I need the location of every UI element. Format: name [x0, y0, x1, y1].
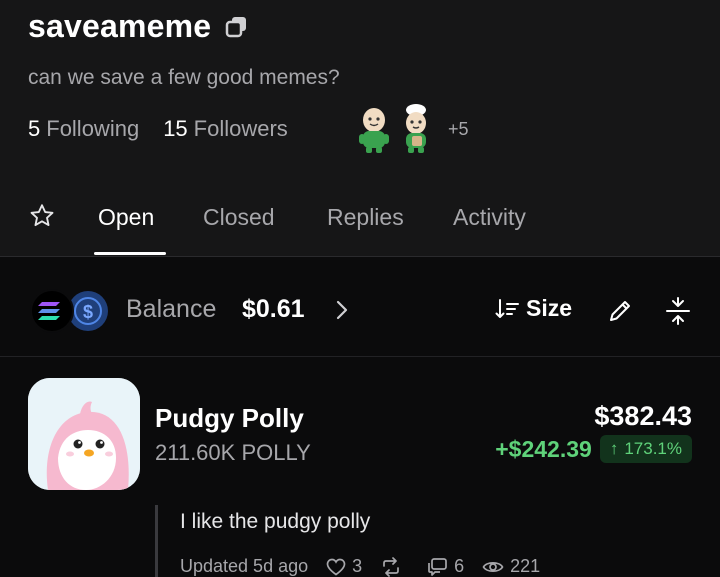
chevron-right-icon[interactable] — [334, 299, 350, 321]
pnl-percent-badge: ↑ 173.1% — [599, 435, 692, 463]
follower-avatars[interactable]: +5 — [356, 104, 469, 154]
views: 221 — [482, 556, 540, 577]
token-name: Pudgy Polly — [155, 403, 304, 433]
repost-icon — [383, 556, 399, 577]
avatar — [406, 104, 426, 153]
position-card[interactable]: Pudgy Polly 211.60K POLLY $382.43 +$242.… — [0, 377, 720, 577]
repost-button[interactable] — [380, 556, 408, 577]
divider — [0, 256, 720, 257]
avatar — [359, 108, 389, 153]
followers-count[interactable]: 15 — [163, 116, 187, 142]
heart-icon — [326, 558, 346, 576]
arrow-up-icon: ↑ — [609, 439, 619, 458]
comment-icon — [428, 557, 447, 576]
sort-icon — [495, 298, 519, 318]
pnl-percent: 173.1% — [624, 439, 682, 458]
collapse-icon[interactable] — [664, 297, 692, 325]
eye-icon — [482, 561, 504, 572]
note-quote-bar — [155, 505, 158, 577]
more-followers-count[interactable]: +5 — [448, 119, 469, 140]
balance-value[interactable]: $0.61 — [242, 295, 305, 324]
token-logo — [28, 378, 140, 490]
following-label[interactable]: Following — [46, 116, 139, 142]
balance-row: $ Balance $0.61 Size — [0, 287, 720, 335]
profile-tabs: Open Closed Replies Activity — [0, 196, 720, 256]
updated-time: Updated 5d ago — [180, 556, 308, 577]
chain-icons: $ — [30, 289, 108, 333]
balance-label: Balance — [126, 295, 217, 323]
like-count: 3 — [352, 556, 363, 576]
title-row: saveameme — [28, 8, 249, 45]
pnl-value: +$242.39 — [495, 435, 592, 462]
solana-icon — [30, 289, 74, 333]
profile-name: saveameme — [28, 8, 212, 44]
divider — [0, 356, 720, 357]
comment-button[interactable]: 6 — [426, 556, 464, 577]
pnl-row: +$242.39 ↑ 173.1% — [495, 435, 692, 463]
svg-text:$: $ — [83, 302, 93, 322]
comment-count: 6 — [454, 556, 465, 576]
star-icon[interactable] — [28, 202, 56, 230]
follow-stats: 5 Following 15 Followers — [28, 116, 288, 142]
pencil-icon[interactable] — [606, 297, 634, 325]
profile-header: saveameme can we save a few good memes? … — [0, 0, 720, 257]
updated-label: Updated 5d ago — [180, 556, 309, 576]
view-count: 221 — [510, 556, 541, 576]
copy-icon[interactable] — [225, 15, 249, 39]
position-value: $382.43 — [594, 401, 692, 431]
token-amount: 211.60K POLLY — [155, 440, 311, 465]
profile-bio: can we save a few good memes? — [28, 66, 340, 89]
followers-label[interactable]: Followers — [194, 116, 288, 142]
like-button[interactable]: 3 — [326, 556, 362, 577]
position-note: I like the pudgy polly — [180, 510, 371, 533]
tab-activity[interactable]: Activity — [453, 204, 526, 231]
sort-button[interactable]: Size — [494, 295, 572, 322]
active-tab-indicator — [94, 252, 166, 255]
note-meta-row: Updated 5d ago 3 6 221 — [180, 556, 558, 577]
sort-label: Size — [526, 295, 573, 321]
tab-open[interactable]: Open — [98, 204, 154, 231]
tab-closed[interactable]: Closed — [203, 204, 275, 231]
following-count[interactable]: 5 — [28, 116, 40, 142]
tab-replies[interactable]: Replies — [327, 204, 404, 231]
